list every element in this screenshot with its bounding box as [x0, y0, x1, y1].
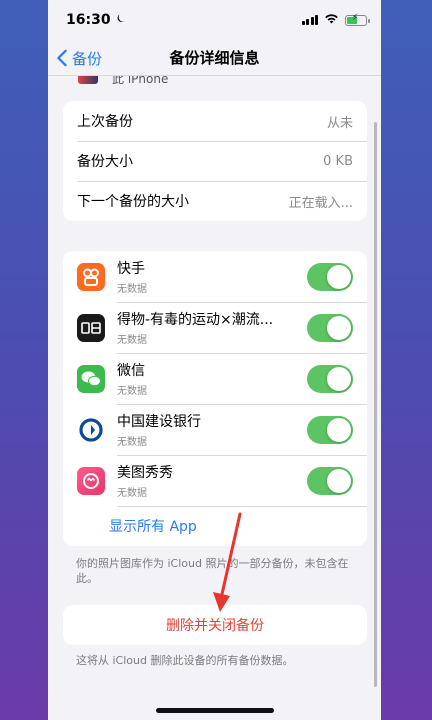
home-indicator	[156, 708, 274, 713]
info-value: 0 KB	[323, 153, 353, 169]
kuaishou-icon	[77, 262, 105, 291]
wechat-icon	[77, 364, 105, 393]
delete-and-turn-off-backup-button[interactable]: 删除并关闭备份	[63, 605, 367, 645]
info-value: 从未	[326, 115, 353, 131]
app-data-size: 无数据	[117, 488, 147, 499]
chevron-left-icon	[57, 49, 67, 67]
navigation-bar: 备份 备份详细信息	[48, 40, 381, 76]
meitu-icon	[77, 466, 105, 495]
info-row-next-backup-size: 下一个备份的大小 正在载入...	[63, 181, 367, 221]
app-name: 微信	[117, 363, 145, 379]
iphone-icon	[78, 76, 98, 84]
list-item-wechat: 微信 无数据	[63, 353, 367, 404]
info-label: 上次备份	[77, 114, 133, 130]
back-button[interactable]: 备份	[56, 40, 102, 76]
list-item-kuaishou: 快手 无数据	[63, 251, 367, 302]
status-time: 16:30	[66, 12, 111, 28]
info-label: 下一个备份的大小	[77, 194, 189, 210]
backup-toggle-ccb[interactable]	[307, 415, 353, 444]
show-all-apps-link[interactable]: 显示所有 App	[63, 506, 367, 546]
device-row: 此 iPhone	[78, 76, 168, 86]
app-name: 中国建设银行	[117, 414, 201, 430]
phone-screen: 16:30 ⚡ 备份 备份详细信息 此 iPhone 上次备份 从未 备份大小 …	[48, 0, 381, 720]
device-label: 此 iPhone	[112, 76, 169, 86]
info-row-last-backup: 上次备份 从未	[63, 101, 367, 141]
signal-icon	[301, 15, 318, 25]
app-name: 快手	[117, 261, 145, 277]
delete-warning-note: 这将从 iCloud 删除此设备的所有备份数据。	[76, 654, 294, 667]
page-title: 备份详细信息	[169, 49, 260, 67]
back-label: 备份	[72, 49, 103, 68]
backup-toggle-kuaishou[interactable]	[307, 262, 353, 291]
app-data-size: 无数据	[117, 386, 147, 397]
list-item-ccb: 中国建设银行 无数据	[63, 404, 367, 455]
app-name: 美图秀秀	[117, 465, 173, 481]
moon-icon	[116, 12, 127, 28]
list-item-dewu: 得物-有毒的运动×潮流... 无数据	[63, 302, 367, 353]
info-value: 正在载入...	[288, 195, 353, 211]
info-label: 备份大小	[77, 154, 133, 170]
backup-info-card: 上次备份 从未 备份大小 0 KB 下一个备份的大小 正在载入...	[63, 101, 367, 221]
app-data-size: 无数据	[117, 437, 147, 448]
photo-library-note: 你的照片图库作为 iCloud 照片的一部分备份，未包含在此。	[76, 557, 349, 585]
info-row-backup-size: 备份大小 0 KB	[63, 141, 367, 181]
app-data-size: 无数据	[117, 284, 147, 295]
wifi-icon	[324, 12, 339, 28]
app-name: 得物-有毒的运动×潮流...	[117, 312, 274, 328]
dewu-icon	[77, 313, 105, 342]
backup-toggle-wechat[interactable]	[307, 364, 353, 393]
app-list-card: 快手 无数据 得物-有毒的运动×潮流... 无数据 微信 无数据 中国建设银行 …	[63, 251, 367, 546]
ccb-icon	[77, 415, 105, 444]
battery-icon: ⚡	[345, 13, 370, 26]
status-bar: 16:30 ⚡	[48, 0, 381, 40]
list-item-meitu: 美图秀秀 无数据	[63, 455, 367, 506]
scrollbar[interactable]	[374, 122, 377, 687]
app-data-size: 无数据	[117, 335, 147, 346]
backup-toggle-dewu[interactable]	[307, 313, 353, 342]
backup-toggle-meitu[interactable]	[307, 466, 353, 495]
